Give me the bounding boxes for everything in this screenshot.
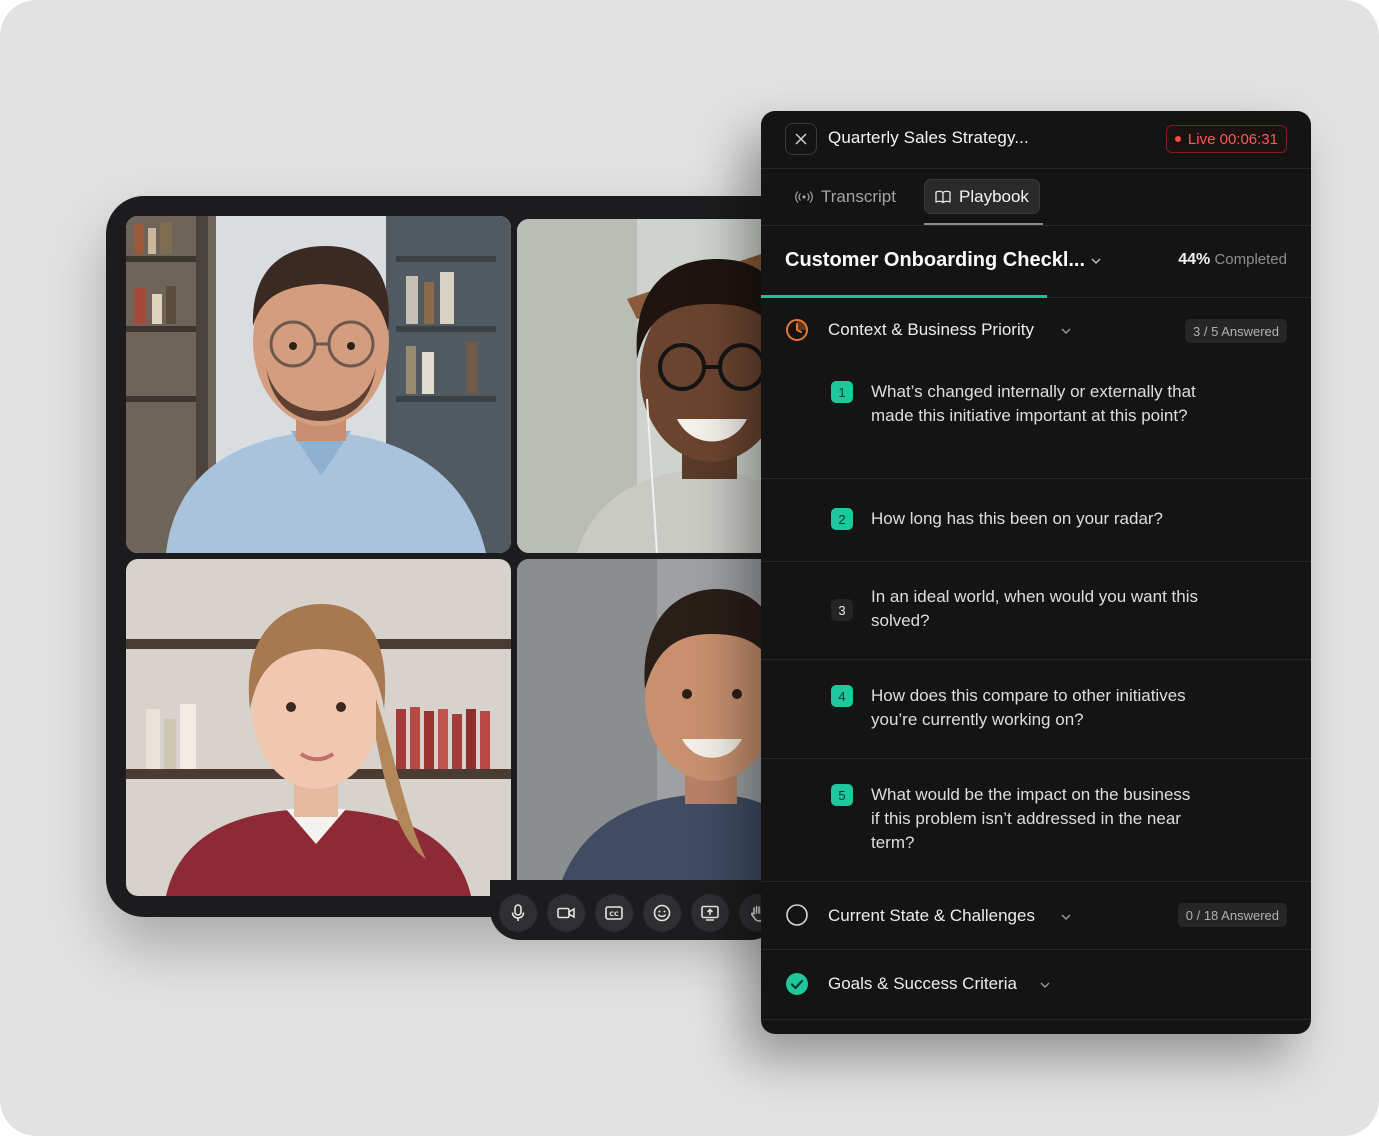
broadcast-icon (795, 190, 813, 203)
captions-button[interactable]: CC (595, 894, 633, 932)
progress-completed-label: Completed (1214, 251, 1287, 268)
in-progress-clock-icon (786, 319, 808, 341)
question-text: In an ideal world, when would you want t… (871, 587, 1198, 630)
chevron-down-icon[interactable] (1060, 326, 1072, 336)
question-number-badge: 1 (831, 381, 853, 403)
camera-icon (557, 907, 575, 919)
participant-video-1[interactable] (126, 216, 511, 553)
section-title: Context & Business Priority (828, 320, 1034, 339)
question-item-1[interactable]: 1 What’s changed internally or externall… (761, 363, 1311, 479)
meeting-title: Quarterly Sales Strategy... (828, 128, 1029, 147)
checklist-progress: 44% Completed (1178, 251, 1287, 269)
close-button[interactable] (785, 123, 817, 155)
question-text: What would be the impact on the business… (871, 785, 1191, 852)
emoji-icon (653, 904, 671, 922)
camera-button[interactable] (547, 894, 585, 932)
panel-tabs: Transcript Playbook (761, 168, 1311, 226)
section-goals-success-criteria[interactable]: Goals & Success Criteria (761, 949, 1311, 1020)
question-text: How does this compare to other initiativ… (871, 686, 1186, 729)
chevron-down-icon[interactable] (1039, 980, 1051, 990)
participant-video-1-image (126, 216, 511, 553)
question-number-badge: 4 (831, 685, 853, 707)
microphone-icon (511, 904, 525, 921)
page-background: CC Quarterly Sales Strategy... Live 00:0… (0, 0, 1379, 1136)
participant-video-3[interactable] (126, 559, 511, 896)
reactions-button[interactable] (643, 894, 681, 932)
call-controls-bar: CC (490, 880, 780, 940)
progress-percent: 44% (1178, 251, 1211, 268)
empty-circle-icon (786, 904, 808, 926)
question-item-5[interactable]: 5 What would be the impact on the busine… (761, 758, 1311, 882)
question-number-badge: 5 (831, 784, 853, 806)
answered-count-badge: 0 / 18 Answered (1177, 903, 1287, 927)
tab-transcript[interactable]: Transcript (785, 179, 906, 214)
question-item-3[interactable]: 3 In an ideal world, when would you want… (761, 561, 1311, 660)
tab-transcript-label: Transcript (821, 186, 896, 206)
svg-text:CC: CC (609, 910, 619, 918)
tab-playbook[interactable]: Playbook (924, 179, 1040, 214)
checklist-header: Customer Onboarding Checkl... 44% Comple… (761, 225, 1311, 298)
chevron-down-icon[interactable] (1090, 256, 1102, 266)
video-call-frame (106, 196, 806, 917)
question-item-2[interactable]: 2 How long has this been on your radar? (761, 478, 1311, 562)
check-circle-icon (786, 973, 808, 995)
live-timer-label: Live 00:06:31 (1187, 130, 1278, 148)
chevron-down-icon[interactable] (1060, 912, 1072, 922)
participant-video-3-image (126, 559, 511, 896)
section-current-state-challenges[interactable]: Current State & Challenges 0 / 18 Answer… (761, 881, 1311, 950)
section-title: Current State & Challenges (828, 906, 1035, 925)
captions-icon: CC (605, 906, 623, 920)
question-text: How long has this been on your radar? (871, 509, 1164, 528)
share-screen-icon (701, 905, 719, 921)
close-icon (795, 133, 807, 145)
live-timer-badge: Live 00:06:31 (1165, 125, 1287, 153)
share-screen-button[interactable] (691, 894, 729, 932)
playbook-panel: Quarterly Sales Strategy... Live 00:06:3… (761, 111, 1311, 1034)
panel-header: Quarterly Sales Strategy... Live 00:06:3… (761, 111, 1311, 169)
answered-count-badge: 3 / 5 Answered (1185, 319, 1287, 343)
section-context-business-priority[interactable]: Context & Business Priority 3 / 5 Answer… (761, 297, 1311, 363)
question-number-badge: 2 (831, 508, 853, 530)
microphone-button[interactable] (499, 894, 537, 932)
tab-playbook-label: Playbook (959, 186, 1029, 206)
section-title: Goals & Success Criteria (828, 974, 1017, 993)
question-item-4[interactable]: 4 How does this compare to other initiat… (761, 659, 1311, 759)
question-text: What’s changed internally or externally … (871, 382, 1196, 425)
live-dot-icon (1174, 136, 1181, 142)
book-icon (935, 190, 951, 203)
checklist-title[interactable]: Customer Onboarding Checkl... (785, 249, 1085, 272)
question-number-badge: 3 (831, 599, 853, 621)
